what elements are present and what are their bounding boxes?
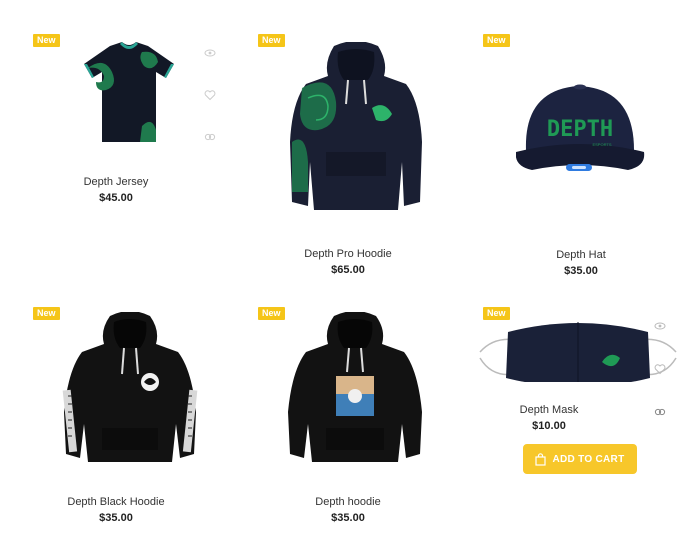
quick-view-icon[interactable] (654, 319, 666, 331)
hat-logo-text: DEPTH (547, 117, 613, 142)
product-image-black-hoodie[interactable] (62, 312, 198, 462)
product-image-hoodie-photo[interactable] (286, 312, 424, 462)
product-price: $35.00 (564, 265, 598, 277)
product-image-pro-hoodie[interactable] (288, 42, 424, 212)
compare-icon[interactable] (204, 129, 216, 141)
product-name[interactable]: Depth hoodie (232, 496, 464, 508)
product-image-mask[interactable] (478, 318, 678, 392)
product-card-pro-hoodie[interactable]: New Depth Pro Hoodie $65.00 (232, 0, 464, 290)
product-image-jersey[interactable] (82, 42, 176, 144)
product-price: $10.00 (532, 420, 566, 432)
product-price: $35.00 (99, 512, 133, 524)
product-name[interactable]: Depth Jersey (0, 176, 232, 188)
add-to-cart-label: ADD TO CART (552, 453, 625, 465)
quick-view-icon[interactable] (204, 46, 216, 58)
new-badge: New (33, 34, 60, 47)
new-badge: New (258, 34, 285, 47)
heart-icon[interactable] (654, 362, 666, 375)
product-price: $35.00 (331, 512, 365, 524)
heart-icon[interactable] (204, 88, 216, 101)
product-name[interactable]: Depth Pro Hoodie (232, 248, 464, 260)
new-badge: New (258, 307, 285, 320)
new-badge: New (33, 307, 60, 320)
bag-icon (535, 452, 547, 466)
product-name[interactable]: Depth Mask (432, 404, 666, 416)
add-to-cart-button[interactable]: ADD TO CART (523, 444, 637, 474)
product-card-hat[interactable]: New DEPTH ESPORTS Depth Hat $35.00 (464, 0, 698, 290)
product-price: $45.00 (99, 192, 133, 204)
product-name[interactable]: Depth Black Hoodie (0, 496, 232, 508)
product-card-mask[interactable]: New Depth Mask $10.00 (464, 290, 698, 539)
new-badge: New (483, 34, 510, 47)
product-card-black-hoodie[interactable]: New Depth Black Hoodie $35.00 (0, 290, 232, 539)
product-price: $65.00 (331, 264, 365, 276)
product-card-jersey[interactable]: New Depth Jersey $45.00 (0, 0, 232, 270)
product-image-hat[interactable]: DEPTH ESPORTS (516, 80, 646, 180)
hat-sub-text: ESPORTS (592, 142, 611, 147)
product-name[interactable]: Depth Hat (464, 249, 698, 261)
product-card-hoodie-photo[interactable]: New Depth hoodie $35.00 (232, 290, 464, 539)
